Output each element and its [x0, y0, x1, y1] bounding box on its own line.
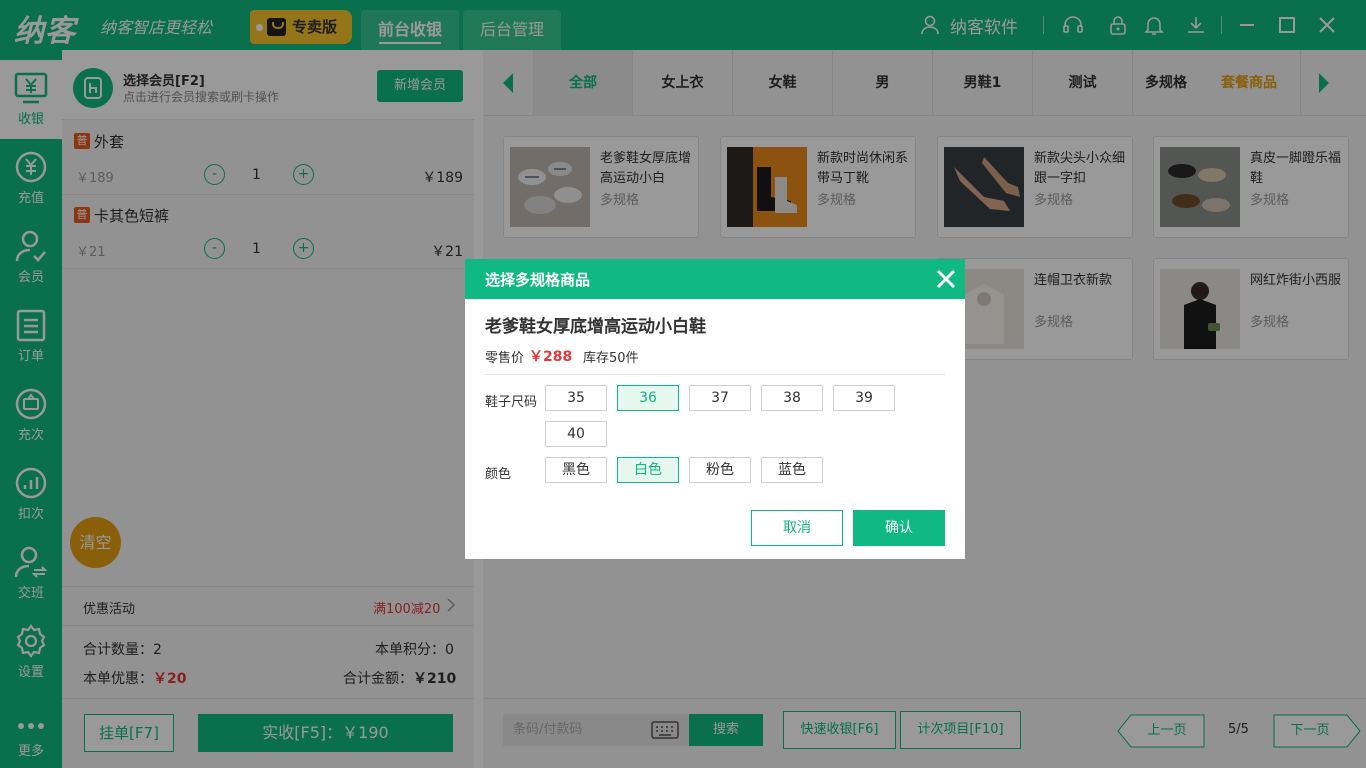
- color-label: 颜色: [485, 467, 512, 482]
- size-label: 鞋子尺码: [485, 395, 538, 410]
- dialog-cancel-button[interactable]: 取消: [751, 510, 843, 546]
- price-value: ￥288: [529, 349, 573, 365]
- dialog-confirm-button[interactable]: 确认: [853, 510, 945, 546]
- price-label: 零售价: [485, 351, 525, 366]
- size-option[interactable]: 39: [833, 385, 895, 411]
- size-option[interactable]: 37: [689, 385, 751, 411]
- dialog-product-name: 老爹鞋女厚底增高运动小白鞋: [485, 317, 706, 337]
- size-option-selected[interactable]: 36: [617, 385, 679, 411]
- dialog-title: 选择多规格商品: [485, 271, 591, 289]
- size-option[interactable]: 38: [761, 385, 823, 411]
- divider: [485, 374, 945, 375]
- size-option[interactable]: 35: [545, 385, 607, 411]
- stock-value: 库存50件: [583, 351, 639, 366]
- color-option[interactable]: 粉色: [689, 457, 751, 483]
- color-option-selected[interactable]: 白色: [617, 457, 679, 483]
- color-option[interactable]: 蓝色: [761, 457, 823, 483]
- dialog-close-icon[interactable]: [935, 268, 957, 290]
- size-option[interactable]: 40: [545, 421, 607, 447]
- color-option[interactable]: 黑色: [545, 457, 607, 483]
